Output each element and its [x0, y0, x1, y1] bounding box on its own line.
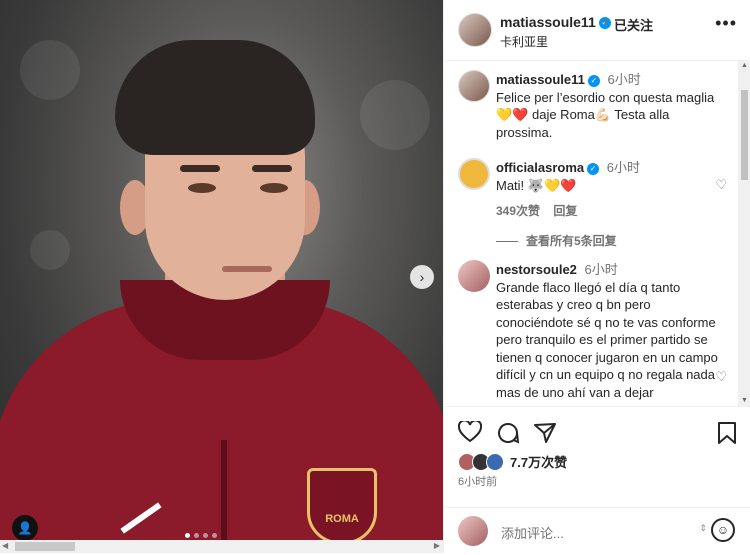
caption-comment: matiassoule11 ✓ 6小时 Felice per l’esordio … [496, 71, 726, 141]
crest-text: ROMA [325, 513, 359, 525]
eyebrow-right [252, 165, 292, 172]
scrollbar-thumb[interactable] [741, 90, 748, 180]
user-icon: 👤 [17, 521, 33, 535]
verified-badge-icon: ✓ [587, 74, 600, 87]
roma-crest-logo: ROMA [307, 468, 377, 540]
comment-time: 6小时 [607, 72, 641, 87]
eyebrow-left [180, 165, 220, 172]
background-bokeh [20, 40, 80, 100]
author-line: matiassoule11 ✓ [500, 14, 611, 32]
post-actions: 7.7万次赞 6小时前 添加评论... ⇕ ☺ [444, 406, 750, 554]
carousel-dot [212, 533, 217, 538]
comments-list[interactable]: matiassoule11 ✓ 6小时 Felice per l’esordio … [444, 60, 739, 406]
resize-arrows-icon[interactable]: ⇕ [699, 523, 707, 534]
likes-row[interactable]: 7.7万次赞 [458, 452, 567, 471]
background-bokeh [30, 230, 70, 270]
post-image[interactable]: ROMA › 👤 [0, 0, 443, 540]
eye-right [260, 183, 288, 193]
mouth [222, 266, 272, 272]
comment-bubble-icon[interactable] [496, 421, 520, 445]
location-link[interactable]: 卡利亚里 [500, 33, 548, 50]
share-send-icon[interactable] [533, 421, 557, 445]
chevron-right-icon: › [419, 269, 425, 285]
carousel-dot [194, 533, 199, 538]
scroll-right-arrow-icon[interactable]: ▶ [434, 541, 440, 550]
comment-username[interactable]: nestorsoule2 [496, 262, 577, 277]
author-username[interactable]: matiassoule11 [500, 14, 596, 30]
add-comment-bar: 添加评论... ⇕ ☺ [444, 507, 750, 555]
scroll-down-arrow-icon[interactable]: ▼ [741, 397, 748, 404]
zipper [221, 440, 227, 540]
hair [115, 40, 315, 155]
comment-likes[interactable]: 349次赞 [496, 204, 540, 218]
carousel-dots [185, 533, 217, 538]
scroll-left-arrow-icon[interactable]: ◀ [2, 541, 8, 550]
like-comment-heart-icon[interactable]: ♡ [715, 369, 727, 385]
comment-item: nestorsoule2 6小时 Grande flaco llegó el d… [496, 261, 727, 401]
comment-avatar[interactable] [458, 70, 490, 102]
comment-text: Grande flaco llegó el día q tanto estera… [496, 279, 718, 400]
post-header: matiassoule11 ✓ • 已关注 卡利亚里 ••• [444, 0, 750, 61]
emoji-picker-icon[interactable]: ☺ [711, 518, 735, 542]
liker-avatar [486, 452, 504, 471]
like-heart-icon[interactable] [458, 421, 482, 443]
comment-avatar[interactable] [458, 260, 490, 292]
reply-button[interactable]: 回复 [553, 204, 577, 218]
like-comment-heart-icon[interactable]: ♡ [715, 177, 727, 193]
comment-time: 6小时 [606, 160, 641, 175]
likes-count[interactable]: 7.7万次赞 [510, 452, 567, 471]
verified-badge-icon: ✓ [587, 162, 600, 175]
post-side-panel: matiassoule11 ✓ • 已关注 卡利亚里 ••• matiassoul… [443, 0, 750, 553]
comment-username[interactable]: matiassoule11 [496, 72, 585, 87]
background-bokeh [360, 80, 430, 150]
more-options-icon[interactable]: ••• [715, 13, 737, 34]
scroll-up-arrow-icon[interactable]: ▲ [741, 62, 748, 69]
reply-line [496, 241, 518, 243]
save-bookmark-icon[interactable] [717, 421, 737, 445]
author-avatar[interactable] [458, 13, 492, 47]
current-user-avatar [458, 516, 488, 546]
scrollbar-thumb[interactable] [15, 542, 75, 551]
comment-item: officialasroma ✓ 6小时 Mati! 🐺💛❤️ 349次赞 回复 … [496, 159, 727, 219]
comment-avatar[interactable] [458, 158, 490, 190]
comments-scrollbar[interactable]: ▲ ▼ [738, 60, 750, 406]
post-time[interactable]: 6小时前 [458, 473, 497, 489]
comment-input[interactable]: 添加评论... [501, 523, 564, 542]
comment-text: Felice per l’esordio con questa maglia💛❤… [496, 89, 715, 140]
separator-dot: • [604, 14, 609, 29]
carousel-dot [203, 533, 208, 538]
comment-username[interactable]: officialasroma [496, 160, 584, 175]
comment-text: Mati! 🐺💛❤️ [496, 177, 577, 193]
following-button[interactable]: 已关注 [614, 15, 653, 34]
next-image-button[interactable]: › [410, 265, 434, 289]
horizontal-scrollbar[interactable]: ◀ ▶ [0, 540, 443, 553]
tagged-users-button[interactable]: 👤 [12, 515, 38, 540]
view-replies-label[interactable]: 查看所有5条回复 [526, 234, 617, 248]
eye-left [188, 183, 216, 193]
carousel-dot [185, 533, 190, 538]
comment-time: 6小时 [584, 262, 618, 277]
view-replies[interactable]: 查看所有5条回复 [496, 232, 617, 249]
